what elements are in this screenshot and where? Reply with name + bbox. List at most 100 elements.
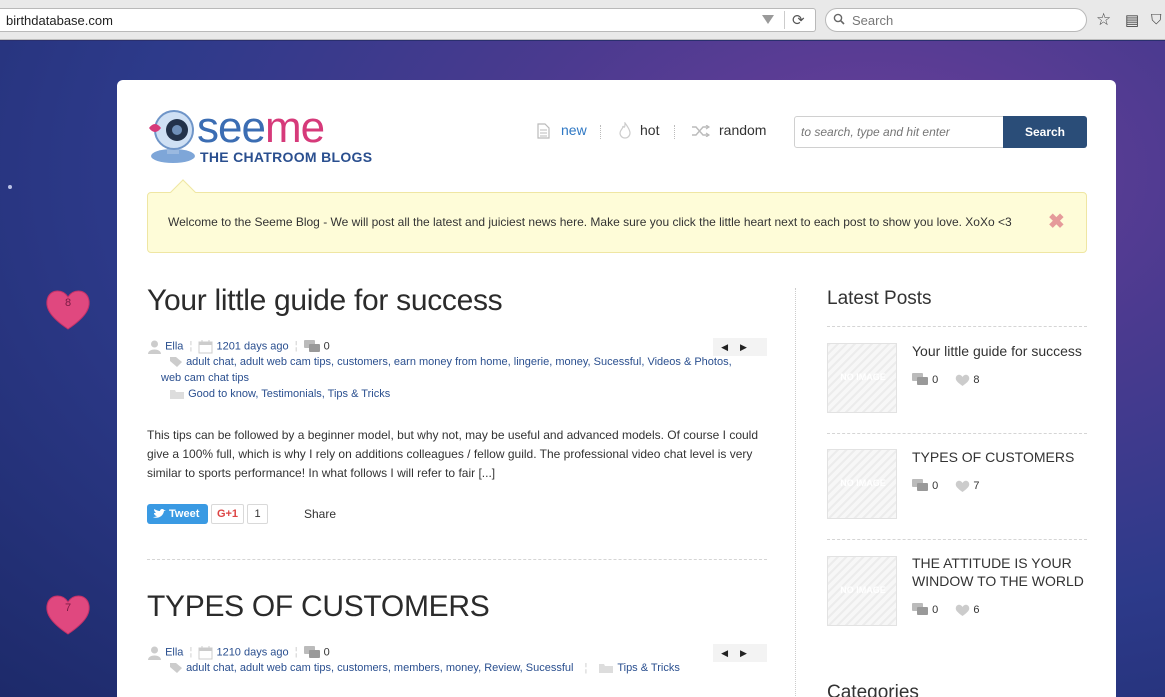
sidebar-post-meta: 0 7: [912, 479, 979, 493]
post-author[interactable]: Ella: [165, 646, 183, 658]
comments-icon: [912, 603, 928, 615]
search-icon: [833, 13, 845, 25]
nav-new[interactable]: new: [561, 122, 587, 138]
calendar-icon: [198, 340, 213, 354]
no-image-label: NO IMAGE: [840, 372, 886, 382]
address-bar[interactable]: birthdatabase.com ⟳: [0, 8, 816, 32]
browser-toolbar: birthdatabase.com ⟳ Search ☆ ▤ ⛉: [0, 0, 1165, 40]
sidebar-comment-count: 0: [932, 373, 939, 386]
webcam-logo-icon: [149, 110, 195, 163]
bookmark-star-icon[interactable]: ☆: [1096, 10, 1111, 30]
nav-new-label[interactable]: new: [561, 122, 587, 138]
comments-icon: [912, 479, 928, 491]
history-dropdown-icon[interactable]: [762, 15, 774, 24]
tag-icon: [170, 357, 182, 368]
google-plus-button[interactable]: G+1: [211, 504, 244, 524]
comments-icon: [912, 373, 928, 385]
sidebar-like-count: 7: [973, 479, 980, 492]
post-thumbnail[interactable]: NO IMAGE: [827, 449, 897, 519]
share-button[interactable]: Share: [304, 507, 336, 521]
like-count: 8: [64, 297, 72, 309]
star-decoration: [8, 185, 12, 189]
post-comment-count[interactable]: 0: [324, 340, 330, 352]
comments-icon: [303, 339, 320, 352]
post-tags: adult chat, adult web cam tips, customer…: [169, 356, 732, 368]
sidebar-divider: [827, 539, 1087, 540]
like-count: 7: [64, 602, 72, 614]
logo-wordmark: seeme: [197, 103, 325, 152]
reload-icon[interactable]: ⟳: [792, 11, 805, 29]
post-nav-arrows[interactable]: ◀▶: [713, 338, 767, 356]
like-heart-post-2[interactable]: 7: [44, 592, 92, 636]
post-title[interactable]: Your little guide for success: [147, 284, 503, 318]
nav-hot[interactable]: hot: [640, 122, 659, 138]
tag-icon: [170, 663, 182, 674]
sidebar-post-title[interactable]: THE ATTITUDE IS YOUR WINDOW TO THE WORLD: [912, 554, 1092, 590]
flame-icon: [619, 122, 631, 139]
document-icon: [537, 123, 550, 139]
nav-random-label[interactable]: random: [719, 122, 766, 138]
column-divider: [795, 288, 796, 697]
pocket-icon[interactable]: ⛉: [1151, 11, 1162, 28]
post-tags: adult chat, adult web cam tips, customer…: [169, 662, 680, 674]
post-categories-list[interactable]: Tips & Tricks: [617, 662, 680, 674]
post-comment-count[interactable]: 0: [324, 646, 330, 658]
logo-word-see: see: [197, 103, 266, 152]
post-nav-arrows[interactable]: ◀▶: [713, 644, 767, 662]
notice-pointer: [170, 179, 196, 205]
post-author[interactable]: Ella: [165, 340, 183, 352]
logo-tagline: THE CHATROOM BLOGS: [200, 149, 373, 165]
comments-icon: [303, 645, 320, 658]
user-icon: [148, 340, 161, 354]
site-logo[interactable]: seeme THE CHATROOM BLOGS: [147, 103, 387, 168]
browser-search-placeholder: Search: [852, 13, 894, 28]
user-icon: [148, 646, 161, 660]
sidebar-comment-count: 0: [932, 479, 939, 492]
browser-search-bar[interactable]: Search: [825, 8, 1087, 32]
post-title[interactable]: TYPES OF CUSTOMERS: [147, 590, 490, 624]
sidebar-post-meta: 0 8: [912, 373, 979, 387]
post-age: 1210 days ago: [216, 646, 289, 659]
post-thumbnail[interactable]: NO IMAGE: [827, 556, 897, 626]
shuffle-icon: [692, 125, 711, 137]
post-categories: Good to know, Testimonials, Tips & Trick…: [169, 388, 390, 400]
post-tags-list[interactable]: adult chat, adult web cam tips, customer…: [186, 662, 573, 674]
no-image-label: NO IMAGE: [840, 585, 886, 595]
nav-divider: [600, 125, 601, 139]
address-divider: [784, 11, 785, 29]
address-url[interactable]: birthdatabase.com: [6, 13, 113, 28]
heart-icon: [46, 290, 90, 330]
site-search-button[interactable]: Search: [1003, 116, 1087, 148]
logo-word-me: me: [264, 103, 325, 152]
folder-icon: [599, 664, 614, 674]
calendar-icon: [198, 646, 213, 660]
post-excerpt: This tips can be followed by a beginner …: [147, 428, 759, 480]
reading-list-icon[interactable]: ▤: [1125, 11, 1139, 29]
post-tags-list[interactable]: adult chat, adult web cam tips, customer…: [186, 356, 732, 368]
post-age: 1201 days ago: [216, 340, 289, 353]
sidebar-post-title[interactable]: Your little guide for success: [912, 342, 1092, 360]
site-search-input[interactable]: [794, 116, 1004, 148]
sidebar-comment-count: 0: [932, 603, 939, 616]
sidebar-divider: [827, 433, 1087, 434]
nav-divider: [674, 125, 675, 139]
nav-random[interactable]: random: [719, 122, 766, 138]
folder-icon: [170, 390, 184, 400]
tweet-label: Tweet: [169, 508, 200, 520]
blog-page: seeme THE CHATROOM BLOGS new hot random …: [117, 80, 1116, 697]
heart-icon: [956, 480, 970, 492]
post-categories-list[interactable]: Good to know, Testimonials, Tips & Trick…: [188, 388, 390, 400]
twitter-bird-icon: [153, 509, 166, 518]
post-tags-line2[interactable]: web cam chat tips: [161, 372, 249, 384]
tweet-button[interactable]: Tweet: [147, 504, 208, 524]
heart-icon: [956, 374, 970, 386]
sidebar-like-count: 8: [973, 373, 980, 386]
no-image-label: NO IMAGE: [840, 478, 886, 488]
close-icon[interactable]: ✖: [1048, 209, 1065, 234]
sidebar-post-title[interactable]: TYPES OF CUSTOMERS: [912, 448, 1092, 466]
post-thumbnail[interactable]: NO IMAGE: [827, 343, 897, 413]
categories-heading: Categories: [827, 682, 919, 697]
nav-hot-label[interactable]: hot: [640, 122, 659, 138]
like-heart-post-1[interactable]: 8: [44, 287, 92, 331]
sidebar-like-count: 6: [973, 603, 980, 616]
